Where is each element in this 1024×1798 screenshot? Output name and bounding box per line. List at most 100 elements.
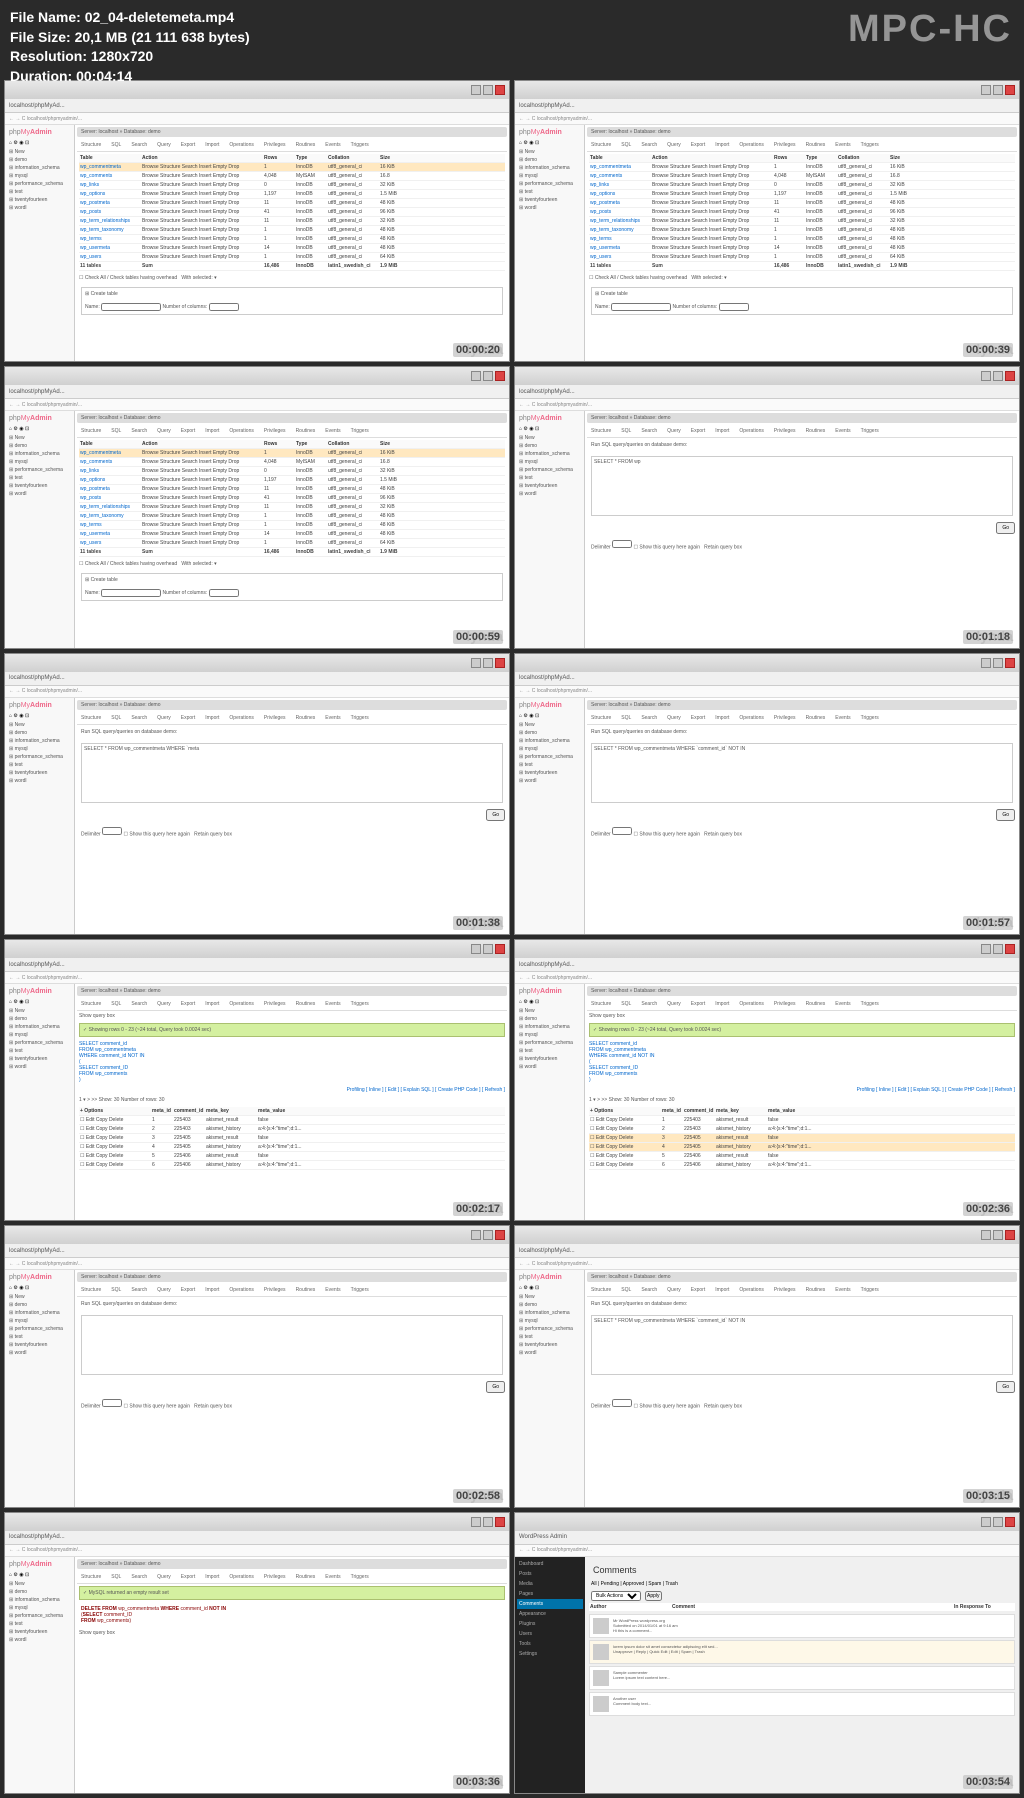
minimize-button[interactable] <box>981 371 991 381</box>
address-bar[interactable]: ← → C localhost/phpmyadmin/... <box>515 113 1019 125</box>
browser-tab[interactable]: WordPress Admin <box>515 1531 1019 1545</box>
tab-query[interactable]: Query <box>665 1286 683 1294</box>
wp-menu-settings[interactable]: Settings <box>517 1649 583 1659</box>
close-button[interactable] <box>495 1517 505 1527</box>
tab-search[interactable]: Search <box>639 141 659 149</box>
tab-import[interactable]: Import <box>713 714 731 722</box>
delimiter-input[interactable] <box>612 540 632 548</box>
result-row[interactable]: ☐ Edit Copy Delete 4 225405 akismet_hist… <box>589 1143 1015 1152</box>
table-row[interactable]: wp_commentmeta Browse Structure Search I… <box>79 163 505 172</box>
tree-item[interactable]: ⊞ test <box>517 474 582 482</box>
tab-search[interactable]: Search <box>129 1573 149 1581</box>
tab-privileges[interactable]: Privileges <box>772 141 798 149</box>
tab-search[interactable]: Search <box>639 427 659 435</box>
tab-operations[interactable]: Operations <box>737 141 765 149</box>
tab-triggers[interactable]: Triggers <box>349 1000 371 1008</box>
tree-item[interactable]: ⊞ wordl <box>517 204 582 212</box>
tab-sql[interactable]: SQL <box>619 1286 633 1294</box>
tab-structure[interactable]: Structure <box>589 1286 613 1294</box>
close-button[interactable] <box>1005 944 1015 954</box>
tab-triggers[interactable]: Triggers <box>859 1000 881 1008</box>
table-row[interactable]: wp_terms Browse Structure Search Insert … <box>79 521 505 530</box>
tree-item[interactable]: ⊞ test <box>517 1333 582 1341</box>
tree-item[interactable]: ⊞ wordl <box>7 777 72 785</box>
go-button[interactable]: Go <box>486 1381 505 1393</box>
go-button[interactable]: Go <box>486 809 505 821</box>
sql-textarea[interactable]: SELECT * FROM wp <box>591 456 1013 516</box>
minimize-button[interactable] <box>471 1517 481 1527</box>
tab-triggers[interactable]: Triggers <box>859 714 881 722</box>
browser-tab[interactable]: localhost/phpMyAd... <box>5 1531 509 1545</box>
tree-item[interactable]: ⊞ performance_schema <box>7 1612 72 1620</box>
table-row[interactable]: wp_term_taxonomy Browse Structure Search… <box>79 226 505 235</box>
tree-item[interactable]: ⊞ test <box>517 1047 582 1055</box>
wp-menu-pages[interactable]: Pages <box>517 1589 583 1599</box>
tab-events[interactable]: Events <box>833 714 852 722</box>
wp-menu-dashboard[interactable]: Dashboard <box>517 1559 583 1569</box>
result-row[interactable]: ☐ Edit Copy Delete 3 225405 akismet_resu… <box>589 1134 1015 1143</box>
minimize-button[interactable] <box>981 658 991 668</box>
tree-item[interactable]: ⊞ information_schema <box>7 164 72 172</box>
table-row[interactable]: wp_options Browse Structure Search Inser… <box>79 476 505 485</box>
sql-textarea[interactable]: SELECT * FROM wp_commentmeta WHERE `comm… <box>591 743 1013 803</box>
delimiter-input[interactable] <box>102 827 122 835</box>
apply-button[interactable]: Apply <box>645 1591 662 1601</box>
table-row[interactable]: wp_usermeta Browse Structure Search Inse… <box>79 244 505 253</box>
table-row[interactable]: wp_commentmeta Browse Structure Search I… <box>79 449 505 458</box>
maximize-button[interactable] <box>483 944 493 954</box>
table-row[interactable]: wp_term_taxonomy Browse Structure Search… <box>79 512 505 521</box>
tab-operations[interactable]: Operations <box>737 427 765 435</box>
tab-triggers[interactable]: Triggers <box>859 141 881 149</box>
tab-query[interactable]: Query <box>155 1573 173 1581</box>
address-bar[interactable]: ← → C localhost/phpmyadmin/... <box>5 1258 509 1270</box>
tab-events[interactable]: Events <box>833 427 852 435</box>
browser-tab[interactable]: localhost/phpMyAd... <box>5 958 509 972</box>
table-row[interactable]: wp_posts Browse Structure Search Insert … <box>79 494 505 503</box>
tree-item[interactable]: ⊞ mysql <box>7 458 72 466</box>
result-row[interactable]: ☐ Edit Copy Delete 2 225403 akismet_hist… <box>79 1125 505 1134</box>
tab-export[interactable]: Export <box>179 1573 197 1581</box>
address-bar[interactable]: ← → C localhost/phpmyadmin/... <box>515 399 1019 411</box>
go-button[interactable]: Go <box>996 809 1015 821</box>
tab-events[interactable]: Events <box>833 1000 852 1008</box>
result-row[interactable]: ☐ Edit Copy Delete 4 225405 akismet_hist… <box>79 1143 505 1152</box>
tree-item[interactable]: ⊞ demo <box>517 1015 582 1023</box>
tree-item[interactable]: ⊞ demo <box>517 442 582 450</box>
tab-routines[interactable]: Routines <box>294 1573 318 1581</box>
tree-item[interactable]: ⊞ wordl <box>517 490 582 498</box>
tree-item[interactable]: ⊞ wordl <box>7 1063 72 1071</box>
browser-tab[interactable]: localhost/phpMyAd... <box>515 385 1019 399</box>
tab-search[interactable]: Search <box>129 714 149 722</box>
result-row[interactable]: ☐ Edit Copy Delete 5 225406 akismet_resu… <box>79 1152 505 1161</box>
tab-operations[interactable]: Operations <box>227 1286 255 1294</box>
tab-structure[interactable]: Structure <box>79 1000 103 1008</box>
tree-item[interactable]: ⊞ twentyfourteen <box>517 482 582 490</box>
sql-textarea[interactable] <box>81 1315 503 1375</box>
tab-events[interactable]: Events <box>323 1573 342 1581</box>
maximize-button[interactable] <box>993 1517 1003 1527</box>
address-bar[interactable]: ← → C localhost/phpmyadmin/... <box>515 1258 1019 1270</box>
table-name-input[interactable] <box>611 303 671 311</box>
tree-item[interactable]: ⊞ mysql <box>7 1317 72 1325</box>
minimize-button[interactable] <box>981 1517 991 1527</box>
tab-query[interactable]: Query <box>155 1286 173 1294</box>
tree-item[interactable]: ⊞ information_schema <box>517 737 582 745</box>
tree-item[interactable]: ⊞ test <box>517 761 582 769</box>
tree-item[interactable]: ⊞ test <box>517 188 582 196</box>
tab-structure[interactable]: Structure <box>79 714 103 722</box>
browser-tab[interactable]: localhost/phpMyAd... <box>515 672 1019 686</box>
table-row[interactable]: wp_options Browse Structure Search Inser… <box>589 190 1015 199</box>
tab-export[interactable]: Export <box>179 1286 197 1294</box>
result-row[interactable]: ☐ Edit Copy Delete 3 225405 akismet_resu… <box>79 1134 505 1143</box>
table-row[interactable]: wp_term_taxonomy Browse Structure Search… <box>589 226 1015 235</box>
table-name-input[interactable] <box>101 303 161 311</box>
tree-item[interactable]: ⊞ information_schema <box>517 450 582 458</box>
maximize-button[interactable] <box>993 658 1003 668</box>
tab-routines[interactable]: Routines <box>294 141 318 149</box>
address-bar[interactable]: ← → C localhost/phpmyadmin/... <box>5 686 509 698</box>
tab-query[interactable]: Query <box>155 1000 173 1008</box>
tab-query[interactable]: Query <box>665 1000 683 1008</box>
comment-row[interactable]: Mr WordPress wordpress.orgSubmitted on 2… <box>589 1614 1015 1638</box>
delimiter-input[interactable] <box>612 1399 632 1407</box>
tree-item[interactable]: ⊞ mysql <box>7 1031 72 1039</box>
